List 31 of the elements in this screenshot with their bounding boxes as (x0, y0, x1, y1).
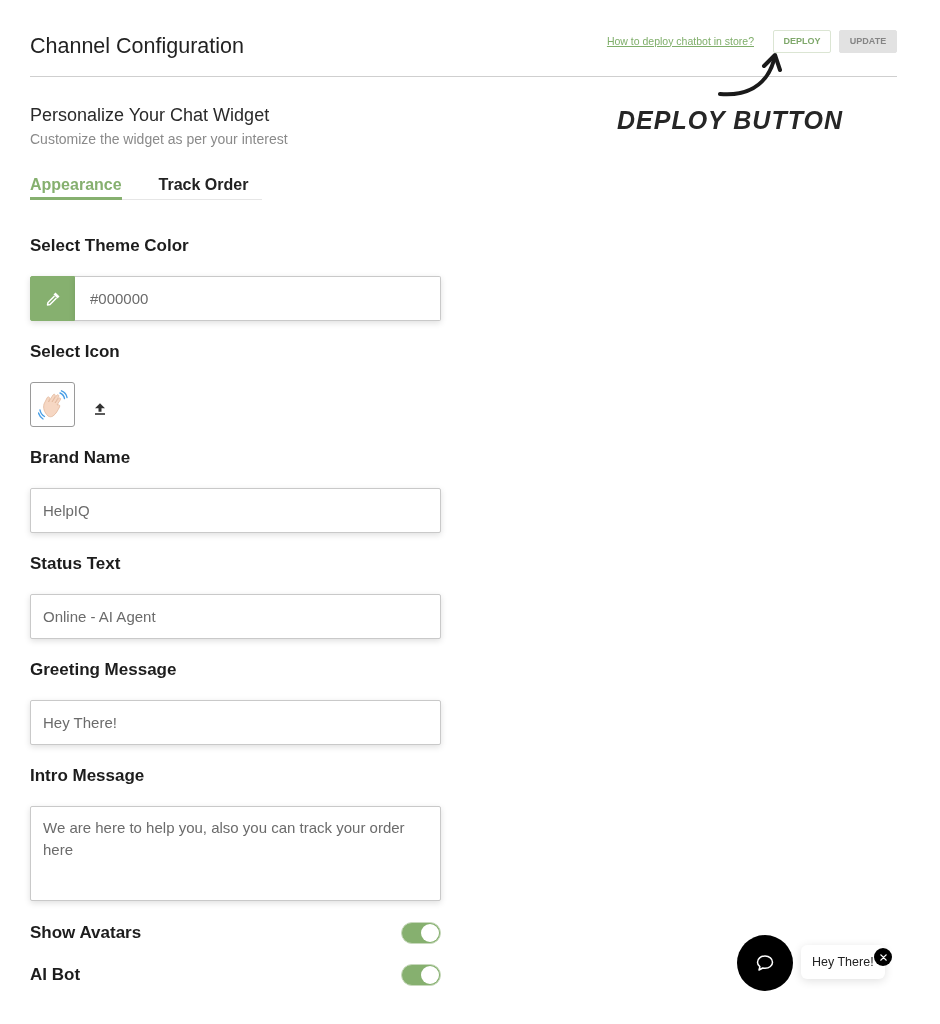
upload-button[interactable] (95, 402, 105, 415)
annotation-text: DEPLOY BUTTON (617, 106, 843, 134)
field-label: Status Text (30, 554, 121, 574)
page-title: Channel Configuration (30, 34, 244, 58)
eyedropper-icon (45, 291, 60, 306)
toggle-label: Show Avatars (30, 922, 142, 943)
field-label: Select Icon (30, 342, 120, 362)
section-subtitle: Customize the widget as per your interest (30, 131, 288, 147)
field-label: Greeting Message (30, 660, 177, 680)
toggle-label: AI Bot (30, 964, 81, 985)
waving-hand-icon (37, 389, 68, 420)
close-icon (879, 953, 887, 961)
toggle-switch[interactable] (401, 921, 441, 944)
field-label: Select Theme Color (30, 236, 189, 256)
textarea-field[interactable]: We are here to help you, also you can track your order here (30, 806, 441, 901)
section-title: Personalize Your Chat Widget (30, 105, 270, 125)
close-button[interactable] (874, 948, 892, 966)
chat-bubble-icon (756, 954, 774, 972)
chat-launcher-button[interactable] (737, 935, 793, 991)
field-label: Intro Message (30, 766, 145, 786)
toggle-switch[interactable] (401, 963, 441, 986)
field-label: Brand Name (30, 448, 131, 468)
color-picker-button[interactable] (30, 276, 75, 321)
tab[interactable]: Track Order (158, 175, 249, 200)
greeting-text: Hey There! (812, 955, 874, 969)
icon-preview[interactable] (30, 382, 75, 427)
text-input[interactable]: HelpIQ (30, 488, 441, 533)
color-input[interactable]: #000000 (75, 276, 441, 321)
text-input[interactable]: Online - AI Agent (30, 594, 441, 639)
upload-icon (95, 402, 105, 415)
text-input[interactable]: Hey There! (30, 700, 441, 745)
